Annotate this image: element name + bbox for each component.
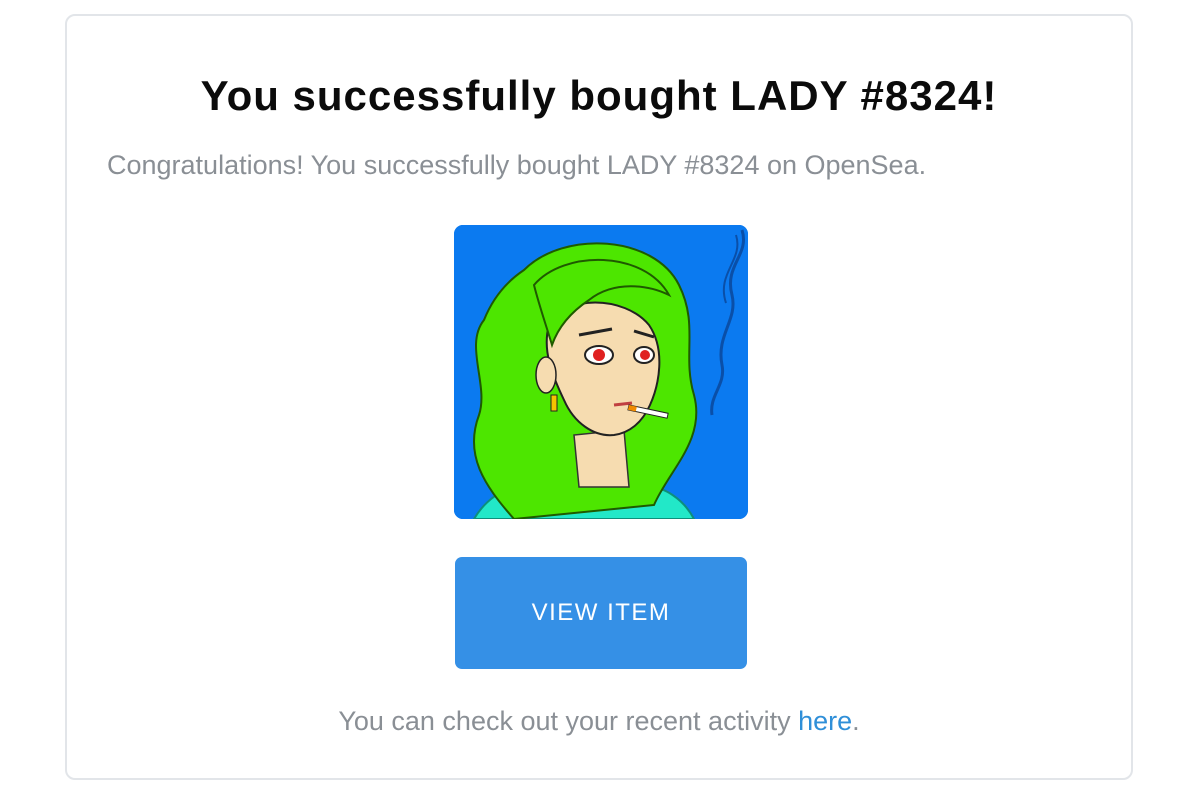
congratulations-message: Congratulations! You successfully bought…: [107, 150, 927, 180]
page-title: You successfully bought LADY #8324!: [200, 72, 998, 119]
nft-image[interactable]: [454, 225, 748, 519]
recent-activity-text: You can check out your recent activity: [338, 706, 799, 736]
recent-activity-link[interactable]: here: [798, 706, 852, 736]
purchase-confirmation-card: You successfully bought LADY #8324! Cong…: [65, 14, 1133, 780]
recent-activity-period: .: [852, 706, 860, 736]
recent-activity-note: You can check out your recent activity h…: [67, 706, 1131, 737]
nft-illustration: [454, 225, 748, 519]
view-item-button[interactable]: VIEW ITEM: [455, 557, 747, 669]
